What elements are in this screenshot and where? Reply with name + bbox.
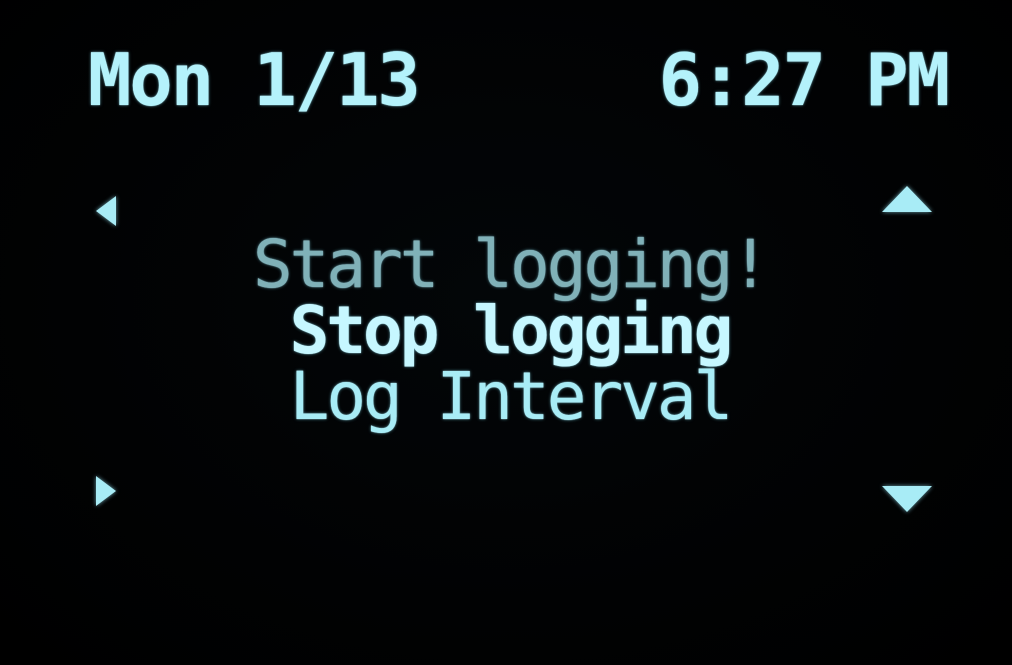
- oled-display: Mon 1/13 6:27 PM Start logging! Stop log…: [0, 0, 1012, 665]
- menu-list: Start logging! Stop logging Log Interval: [140, 232, 880, 430]
- arrow-down-icon[interactable]: [882, 486, 932, 512]
- time-readout: 6:27 PM: [658, 38, 950, 122]
- status-bar: Mon 1/13 6:27 PM: [88, 38, 950, 122]
- menu-item-log-interval[interactable]: Log Interval: [140, 364, 880, 430]
- menu-item-stop-logging[interactable]: Stop logging: [140, 298, 880, 364]
- date-readout: Mon 1/13: [88, 38, 421, 122]
- menu-item-start-logging[interactable]: Start logging!: [140, 232, 880, 298]
- arrow-right-icon[interactable]: [96, 476, 116, 506]
- arrow-up-icon[interactable]: [882, 186, 932, 212]
- arrow-left-icon[interactable]: [96, 196, 116, 226]
